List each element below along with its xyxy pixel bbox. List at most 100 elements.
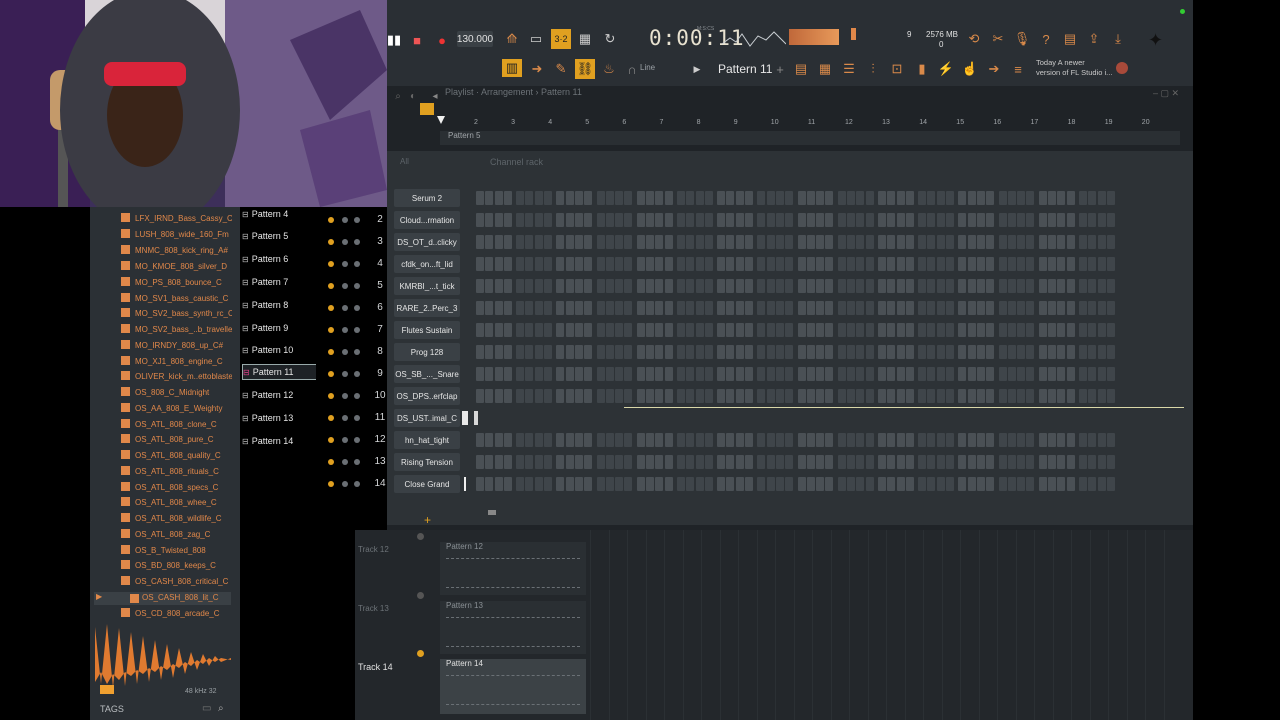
step-button[interactable] xyxy=(797,323,806,337)
step-button[interactable] xyxy=(565,455,574,469)
step-button[interactable] xyxy=(494,389,503,403)
step-button[interactable] xyxy=(543,323,552,337)
step-button[interactable] xyxy=(1066,257,1075,271)
step-button[interactable] xyxy=(1088,433,1097,447)
step-button[interactable] xyxy=(624,323,633,337)
step-button[interactable] xyxy=(856,455,865,469)
step-button[interactable] xyxy=(905,257,914,271)
step-button[interactable] xyxy=(785,257,794,271)
step-button[interactable] xyxy=(605,433,614,447)
step-button[interactable] xyxy=(936,367,945,381)
step-button[interactable] xyxy=(735,301,744,315)
step-button[interactable] xyxy=(797,433,806,447)
step-button[interactable] xyxy=(556,323,565,337)
piano-roll-icon[interactable]: ▦ xyxy=(815,59,835,79)
step-button[interactable] xyxy=(726,433,735,447)
step-button[interactable] xyxy=(896,433,905,447)
step-button[interactable] xyxy=(1088,191,1097,205)
step-button[interactable] xyxy=(837,279,846,293)
step-button[interactable] xyxy=(655,433,664,447)
step-button[interactable] xyxy=(775,433,784,447)
step-button[interactable] xyxy=(806,257,815,271)
pattern-list-item[interactable]: ⊟ Pattern 6 xyxy=(242,251,316,267)
channel-row[interactable]: 9 OS_SB_..._Snare xyxy=(324,363,1194,385)
step-button[interactable] xyxy=(757,345,766,359)
step-button[interactable] xyxy=(503,367,512,381)
step-button[interactable] xyxy=(936,213,945,227)
step-button[interactable] xyxy=(664,235,673,249)
step-button[interactable] xyxy=(1026,191,1035,205)
channel-row[interactable]: 13 Rising Tension xyxy=(324,451,1194,473)
channel-mute-led[interactable] xyxy=(328,305,334,311)
step-button[interactable] xyxy=(624,279,633,293)
step-button[interactable] xyxy=(584,367,593,381)
step-button[interactable] xyxy=(1079,455,1087,469)
volume-knob[interactable] xyxy=(354,283,360,289)
step-button[interactable] xyxy=(905,367,914,381)
browser-item[interactable]: OS_CASH_808_lit_C xyxy=(142,590,230,605)
step-button[interactable] xyxy=(1057,477,1066,491)
step-button[interactable] xyxy=(1017,191,1026,205)
step-button[interactable] xyxy=(556,235,565,249)
volume-knob[interactable] xyxy=(354,327,360,333)
step-button[interactable] xyxy=(945,477,954,491)
step-button[interactable] xyxy=(945,235,954,249)
loop-record-icon[interactable]: ↻ xyxy=(600,29,620,49)
step-button[interactable] xyxy=(686,213,695,227)
pattern-list-item[interactable]: ⊟ Pattern 5 xyxy=(242,228,316,244)
step-button[interactable] xyxy=(494,235,503,249)
step-button[interactable] xyxy=(918,345,927,359)
step-button[interactable] xyxy=(837,191,846,205)
step-button[interactable] xyxy=(485,257,494,271)
step-button[interactable] xyxy=(816,279,825,293)
step-button[interactable] xyxy=(677,235,685,249)
step-button[interactable] xyxy=(847,323,856,337)
step-button[interactable] xyxy=(785,433,794,447)
step-button[interactable] xyxy=(856,433,865,447)
step-button[interactable] xyxy=(1097,257,1106,271)
step-button[interactable] xyxy=(664,367,673,381)
step-button[interactable] xyxy=(584,433,593,447)
browser-item[interactable]: OS_ATL_808_zag_C xyxy=(135,527,232,542)
browser-item[interactable]: MO_PS_808_bounce_C xyxy=(135,275,232,290)
channel-mute-led[interactable] xyxy=(328,371,334,377)
step-button[interactable] xyxy=(998,191,1007,205)
step-button[interactable] xyxy=(717,213,726,227)
step-button[interactable] xyxy=(1007,389,1016,403)
step-button[interactable] xyxy=(1088,345,1097,359)
step-button[interactable] xyxy=(816,191,825,205)
step-button[interactable] xyxy=(534,367,543,381)
track-label[interactable]: Track 13 xyxy=(358,604,389,613)
step-button[interactable] xyxy=(1026,345,1035,359)
channel-mute-led[interactable] xyxy=(328,239,334,245)
step-button[interactable] xyxy=(1097,323,1106,337)
step-button[interactable] xyxy=(636,433,645,447)
step-button[interactable] xyxy=(695,389,704,403)
plugin-picker-icon[interactable]: ⚡ xyxy=(936,59,956,79)
step-button[interactable] xyxy=(927,213,936,227)
step-button[interactable] xyxy=(624,213,633,227)
step-button[interactable] xyxy=(744,235,753,249)
step-button[interactable] xyxy=(534,389,543,403)
step-button[interactable] xyxy=(806,389,815,403)
step-button[interactable] xyxy=(704,213,713,227)
step-button[interactable] xyxy=(1106,301,1115,315)
step-button[interactable] xyxy=(556,433,565,447)
step-button[interactable] xyxy=(958,235,967,249)
step-button[interactable] xyxy=(1106,367,1115,381)
step-button[interactable] xyxy=(596,389,605,403)
step-button[interactable] xyxy=(1106,235,1115,249)
step-button[interactable] xyxy=(726,279,735,293)
pattern-clip[interactable]: Pattern 14 xyxy=(440,659,586,714)
step-button[interactable] xyxy=(878,235,886,249)
step-button[interactable] xyxy=(998,455,1007,469)
step-button[interactable] xyxy=(615,433,624,447)
step-button[interactable] xyxy=(1079,367,1087,381)
step-button[interactable] xyxy=(717,191,726,205)
step-button[interactable] xyxy=(976,279,985,293)
step-button[interactable] xyxy=(605,345,614,359)
step-button[interactable] xyxy=(936,235,945,249)
step-button[interactable] xyxy=(476,389,484,403)
step-button[interactable] xyxy=(927,455,936,469)
step-button[interactable] xyxy=(516,235,525,249)
